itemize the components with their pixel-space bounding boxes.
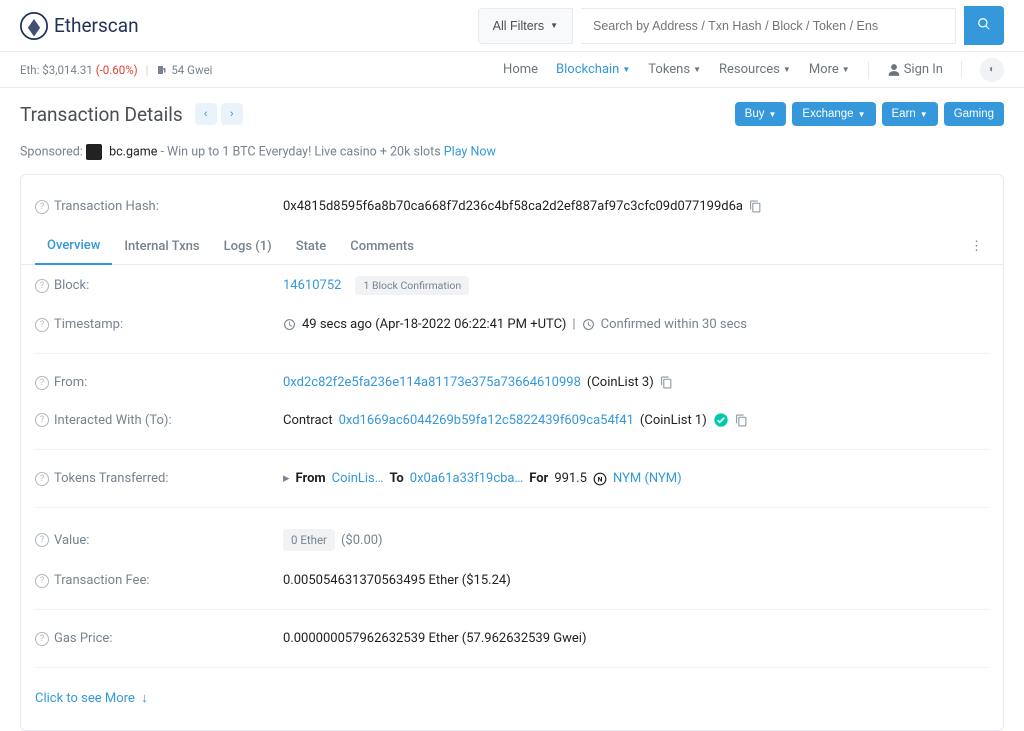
see-more-link[interactable]: Click to see More ↓ — [35, 691, 148, 706]
help-icon[interactable]: ? — [35, 632, 49, 646]
from-address[interactable]: 0xd2c82f2e5fa236e114a81173e375a736646109… — [283, 375, 581, 390]
to-prefix: Contract — [283, 413, 333, 428]
gaming-button[interactable]: Gaming — [944, 102, 1004, 126]
token-from[interactable]: CoinLis… — [332, 471, 384, 486]
nav-resources[interactable]: Resources ▼ — [719, 62, 791, 77]
to-name: (CoinList 1) — [640, 413, 707, 428]
tx-panel: ?Transaction Hash: 0x4815d8595f6a8b70ca6… — [20, 174, 1004, 731]
value-pill: 0 Ether — [283, 529, 335, 551]
help-icon[interactable]: ? — [35, 413, 49, 427]
tab-internal[interactable]: Internal Txns — [112, 229, 211, 264]
help-icon[interactable]: ? — [35, 279, 49, 293]
brand-text: Etherscan — [54, 14, 139, 37]
chevron-down-icon: ▼ — [783, 65, 791, 74]
clock-icon — [582, 318, 595, 331]
confirmed-in: Confirmed within 30 secs — [601, 317, 747, 332]
token-icon: N — [593, 472, 607, 486]
chevron-down-icon: ▼ — [842, 65, 850, 74]
nav-tokens[interactable]: Tokens ▼ — [648, 62, 701, 77]
confirmations-badge: 1 Block Confirmation — [355, 276, 469, 295]
gas-value: 54 Gwei — [171, 63, 212, 77]
token-to[interactable]: 0x0a61a33f19cba… — [410, 471, 523, 486]
eth-price: $3,014.31 — [42, 63, 93, 77]
sponsor-logo — [86, 144, 102, 160]
help-icon[interactable]: ? — [35, 574, 49, 588]
filters-dropdown[interactable]: All Filters ▼ — [478, 8, 573, 44]
verified-icon — [713, 412, 729, 428]
from-name: (CoinList 3) — [587, 375, 654, 390]
exchange-button[interactable]: Exchange ▼ — [792, 102, 875, 126]
chevron-down-icon: ▼ — [622, 65, 630, 74]
clock-icon — [283, 318, 296, 331]
help-icon[interactable]: ? — [35, 533, 49, 547]
signin-link[interactable]: Sign In — [887, 62, 943, 77]
next-button[interactable]: › — [221, 103, 243, 125]
fee-value: 0.005054631370563495 Ether ($15.24) — [283, 573, 511, 588]
block-link[interactable]: 14610752 — [283, 278, 341, 293]
tab-comments[interactable]: Comments — [338, 229, 426, 264]
svg-text:N: N — [598, 475, 603, 483]
search-input[interactable] — [581, 8, 956, 44]
nav-home[interactable]: Home — [503, 62, 538, 77]
nav-more[interactable]: More ▼ — [809, 62, 850, 77]
token-name[interactable]: NYM (NYM) — [613, 471, 682, 486]
timestamp-value: 49 secs ago (Apr-18-2022 06:22:41 PM +UT… — [302, 317, 566, 332]
theme-toggle[interactable]: ◐ — [980, 58, 1004, 82]
help-icon[interactable]: ? — [35, 200, 49, 214]
logo[interactable]: Etherscan — [20, 12, 139, 40]
page-title: Transaction Details — [20, 103, 183, 126]
search-icon — [977, 17, 991, 31]
tab-state[interactable]: State — [284, 229, 339, 264]
user-icon — [887, 63, 901, 77]
to-address[interactable]: 0xd1669ac6044269b59fa12c5822439f609ca54f… — [339, 413, 634, 428]
help-icon[interactable]: ? — [35, 472, 49, 486]
copy-icon[interactable] — [749, 200, 762, 213]
prev-button[interactable]: ‹ — [195, 103, 217, 125]
kebab-menu[interactable]: ⋮ — [964, 233, 989, 260]
eth-label: Eth: — [20, 63, 39, 77]
chevron-down-icon: ▼ — [693, 65, 701, 74]
copy-icon[interactable] — [735, 414, 748, 427]
buy-button[interactable]: Buy ▼ — [735, 102, 787, 126]
earn-button[interactable]: Earn ▼ — [882, 102, 938, 126]
gas-value: 0.000000057962632539 Ether (57.962632539… — [283, 631, 586, 646]
chevron-down-icon: ▼ — [550, 21, 558, 30]
copy-icon[interactable] — [660, 376, 673, 389]
help-icon[interactable]: ? — [35, 318, 49, 332]
help-icon[interactable]: ? — [35, 376, 49, 390]
tx-hash: 0x4815d8595f6a8b70ca668f7d236c4bf58ca2d2… — [283, 199, 743, 214]
search-button[interactable] — [964, 6, 1004, 45]
caret-right-icon: ▸ — [283, 471, 290, 486]
tab-logs[interactable]: Logs (1) — [212, 229, 284, 264]
eth-change: (-0.60%) — [96, 63, 138, 77]
gas-icon — [156, 64, 168, 76]
sponsor-bar: Sponsored: bc.game - Win up to 1 BTC Eve… — [0, 136, 1024, 174]
sponsor-cta[interactable]: Play Now — [444, 144, 496, 159]
token-amount: 991.5 — [554, 471, 587, 486]
value-usd: ($0.00) — [341, 533, 383, 548]
nav-blockchain[interactable]: Blockchain ▼ — [556, 62, 630, 77]
tab-overview[interactable]: Overview — [35, 228, 112, 265]
